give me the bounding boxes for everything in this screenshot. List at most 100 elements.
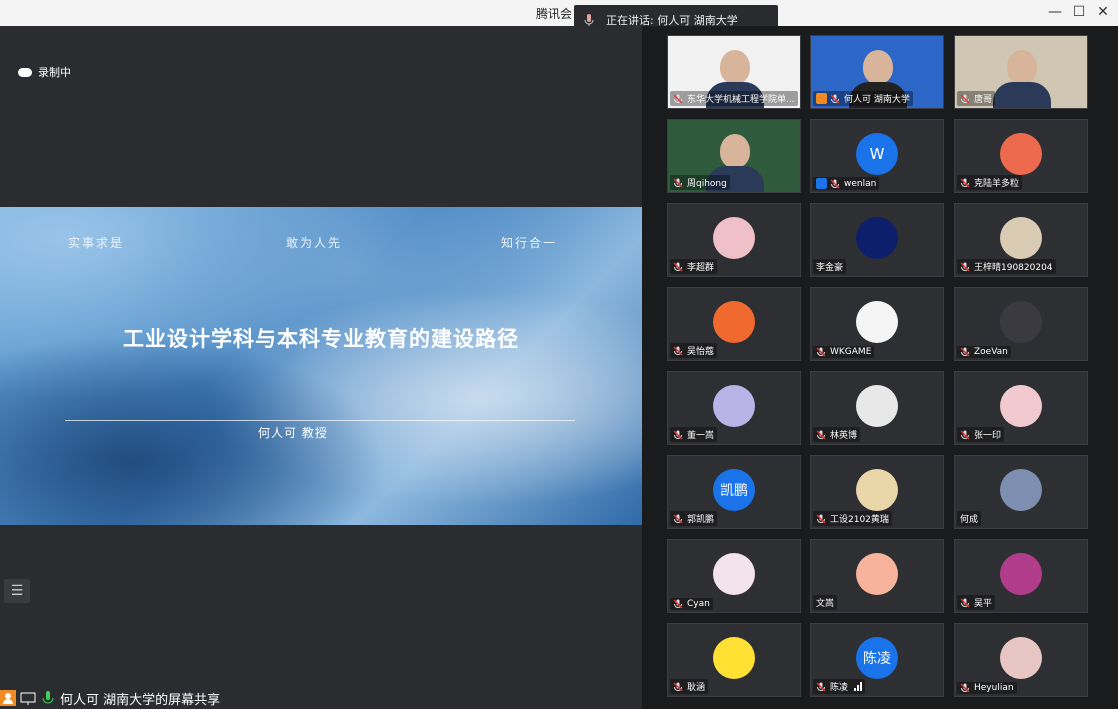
mic-muted-icon [960, 683, 970, 693]
participant-tile[interactable]: 凯鹏郭凯鹏 [667, 455, 801, 529]
slide-title: 工业设计学科与本科专业教育的建设路径 [123, 327, 519, 351]
participant-tile[interactable]: 克陆羊多粒 [954, 119, 1088, 193]
participant-name-row: 工设2102黄瑞 [813, 511, 892, 526]
participant-name: ZoeVan [974, 347, 1008, 357]
participant-name-row: 东华大学机械工程学院单... [670, 91, 798, 106]
participant-tile[interactable]: 王梓晴190820204 [954, 203, 1088, 277]
avatar [1000, 301, 1042, 343]
mic-muted-icon [960, 598, 970, 608]
mic-muted-icon [673, 262, 683, 272]
participant-name-row: 董一嵩 [670, 427, 718, 442]
participant-name-row: 李金豪 [813, 259, 847, 274]
person-body [993, 82, 1051, 108]
avatar [713, 553, 755, 595]
mic-muted-icon [673, 682, 683, 692]
avatar [856, 553, 898, 595]
participant-tile[interactable]: Heyulian [954, 623, 1088, 697]
mic-muted-icon [960, 178, 970, 188]
mic-muted-icon [673, 514, 683, 524]
mic-muted-icon [673, 599, 683, 609]
participant-tile[interactable]: ZoeVan [954, 287, 1088, 361]
participant-tile[interactable]: 东华大学机械工程学院单... [667, 35, 801, 109]
participant-name-row: 克陆羊多粒 [957, 175, 1023, 190]
avatar [713, 217, 755, 259]
participant-name-row: 何成 [957, 511, 982, 526]
participant-name: 耿涵 [687, 683, 706, 693]
avatar [713, 637, 755, 679]
participant-name: 张一印 [974, 431, 1002, 441]
participant-tile[interactable]: 林英博 [810, 371, 944, 445]
participant-name: 郭凯鹏 [687, 515, 715, 525]
avatar [1000, 469, 1042, 511]
participant-name-row: 李超群 [670, 259, 718, 274]
participant-tile[interactable]: 吴平 [954, 539, 1088, 613]
participant-name-row: 张一印 [957, 427, 1005, 442]
participant-tile[interactable]: 李超群 [667, 203, 801, 277]
participant-tile[interactable]: 工设2102黄瑞 [810, 455, 944, 529]
recording-indicator: 录制中 [18, 64, 71, 80]
avatar [1000, 217, 1042, 259]
participant-name: 陈凌 [830, 683, 849, 693]
mic-muted-icon [816, 347, 826, 357]
avatar [1000, 133, 1042, 175]
avatar [856, 301, 898, 343]
signal-icon [854, 682, 863, 691]
participant-name-row: 吴怡蔻 [670, 343, 718, 358]
presentation-slide: 实事求是 敢为人先 知行合一 工业设计学科与本科专业教育的建设路径 何人可 教授 [0, 207, 642, 525]
participant-tile[interactable]: 何人可 湖南大学 [810, 35, 944, 109]
participant-tile[interactable]: 陈凌 陈凌 [810, 623, 944, 697]
participant-name-row: Heyulian [957, 682, 1017, 694]
mic-muted-icon [960, 430, 970, 440]
participant-tile[interactable]: 李金豪 [810, 203, 944, 277]
participant-name: 文嵩 [816, 599, 835, 609]
participant-name: 吴平 [974, 599, 993, 609]
minimize-button[interactable]: — [1046, 4, 1064, 20]
participant-list-button[interactable]: ☰ [4, 579, 30, 603]
participant-tile[interactable]: Cyan [667, 539, 801, 613]
mic-muted-icon [830, 94, 840, 104]
slide-motto-2: 敢为人先 [286, 236, 343, 250]
participant-name: 何成 [960, 515, 979, 525]
user-icon [0, 690, 16, 706]
maximize-button[interactable]: ☐ [1070, 4, 1088, 20]
participant-name: 林英博 [830, 431, 858, 441]
title-bar: 腾讯会 — ☐ ✕ [0, 0, 1118, 26]
person-figure [720, 134, 750, 168]
participant-tile[interactable]: 文嵩 [810, 539, 944, 613]
host-badge-icon [816, 93, 827, 104]
mic-muted-icon [673, 94, 683, 104]
slide-motto-1: 实事求是 [68, 236, 125, 250]
participant-tile[interactable]: 吴怡蔻 [667, 287, 801, 361]
participant-tile[interactable]: 耿涵 [667, 623, 801, 697]
participant-tile[interactable]: Wwenlan [810, 119, 944, 193]
participant-tile[interactable]: 何成 [954, 455, 1088, 529]
mic-muted-icon [673, 430, 683, 440]
mic-muted-icon [960, 262, 970, 272]
close-button[interactable]: ✕ [1094, 4, 1112, 20]
avatar: 陈凌 [856, 637, 898, 679]
participant-name: Heyulian [974, 683, 1014, 693]
avatar [1000, 385, 1042, 427]
recording-label: 录制中 [38, 66, 71, 79]
avatar [713, 301, 755, 343]
mic-muted-icon [960, 94, 970, 104]
avatar: 凯鹏 [713, 469, 755, 511]
participant-name-row: 文嵩 [813, 595, 838, 610]
avatar [1000, 553, 1042, 595]
participant-name-row: WKGAME [813, 346, 875, 358]
participant-name-row: ZoeVan [957, 346, 1011, 358]
participant-name: 董一嵩 [687, 431, 715, 441]
avatar [1000, 637, 1042, 679]
participant-name-row: 王梓晴190820204 [957, 259, 1056, 274]
participant-tile[interactable]: 唐哥 [954, 35, 1088, 109]
participant-tile[interactable]: 周qihong [667, 119, 801, 193]
avatar [856, 217, 898, 259]
participant-name-row: Cyan [670, 598, 713, 610]
participant-tile[interactable]: 董一嵩 [667, 371, 801, 445]
shared-screen-stage: 录制中 实事求是 敢为人先 知行合一 工业设计学科与本科专业教育的建设路径 何人… [0, 26, 642, 709]
participant-name-row: 陈凌 [813, 679, 866, 694]
participant-tile[interactable]: 张一印 [954, 371, 1088, 445]
participant-name: 唐哥 [974, 95, 993, 105]
participant-tile[interactable]: WKGAME [810, 287, 944, 361]
participant-name: Cyan [687, 599, 710, 609]
